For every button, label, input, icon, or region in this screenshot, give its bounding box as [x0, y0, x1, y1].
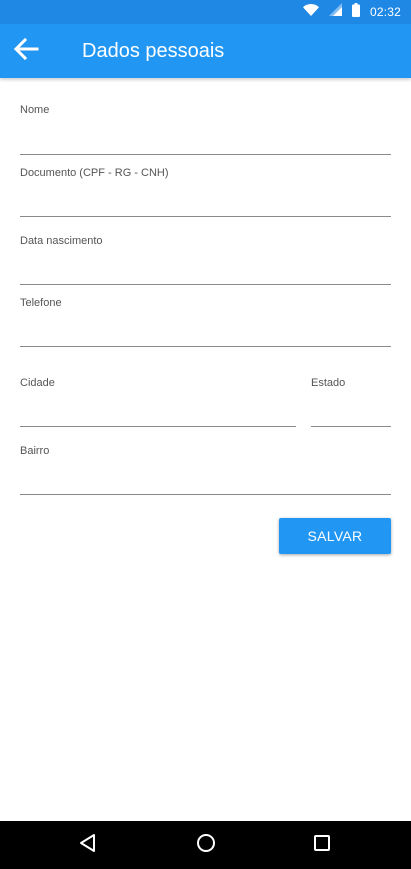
- bairro-input[interactable]: [20, 468, 391, 495]
- nav-back-button[interactable]: [76, 833, 100, 857]
- documento-input[interactable]: [20, 190, 391, 217]
- data-nascimento-field: Data nascimento: [20, 235, 391, 285]
- back-button[interactable]: [10, 36, 42, 66]
- data-nascimento-input[interactable]: [20, 258, 391, 285]
- nome-field: Nome: [20, 104, 391, 155]
- app-bar: Dados pessoais: [0, 24, 411, 78]
- cidade-field: Cidade: [20, 377, 296, 427]
- documento-label: Documento (CPF - RG - CNH): [20, 167, 169, 179]
- status-bar: 02:32: [0, 0, 411, 24]
- cidade-input[interactable]: [20, 400, 296, 427]
- estado-input[interactable]: [311, 400, 391, 427]
- home-circle-icon: [196, 833, 216, 858]
- back-triangle-icon: [78, 833, 98, 858]
- telefone-label: Telefone: [20, 297, 62, 309]
- status-time: 02:32: [369, 5, 401, 19]
- system-nav-bar: [0, 821, 411, 869]
- nav-recents-button[interactable]: [310, 833, 334, 857]
- recents-square-icon: [313, 834, 331, 857]
- bairro-field: Bairro: [20, 445, 391, 495]
- telefone-input[interactable]: [20, 320, 391, 347]
- wifi-icon: [302, 3, 319, 21]
- battery-icon: [351, 2, 360, 22]
- save-button[interactable]: SALVAR: [279, 518, 391, 554]
- page-title: Dados pessoais: [82, 40, 225, 62]
- bairro-label: Bairro: [20, 445, 50, 457]
- estado-field: Estado: [311, 377, 391, 427]
- status-icons: 02:32: [302, 0, 401, 24]
- documento-field: Documento (CPF - RG - CNH): [20, 167, 391, 217]
- signal-icon: [328, 3, 342, 21]
- nav-home-button[interactable]: [194, 833, 218, 857]
- telefone-field: Telefone: [20, 297, 391, 347]
- data-nascimento-label: Data nascimento: [20, 235, 103, 247]
- nome-input[interactable]: [20, 128, 391, 155]
- arrow-left-icon: [13, 37, 39, 65]
- cidade-label: Cidade: [20, 377, 55, 389]
- estado-label: Estado: [311, 377, 346, 389]
- nome-label: Nome: [20, 104, 50, 116]
